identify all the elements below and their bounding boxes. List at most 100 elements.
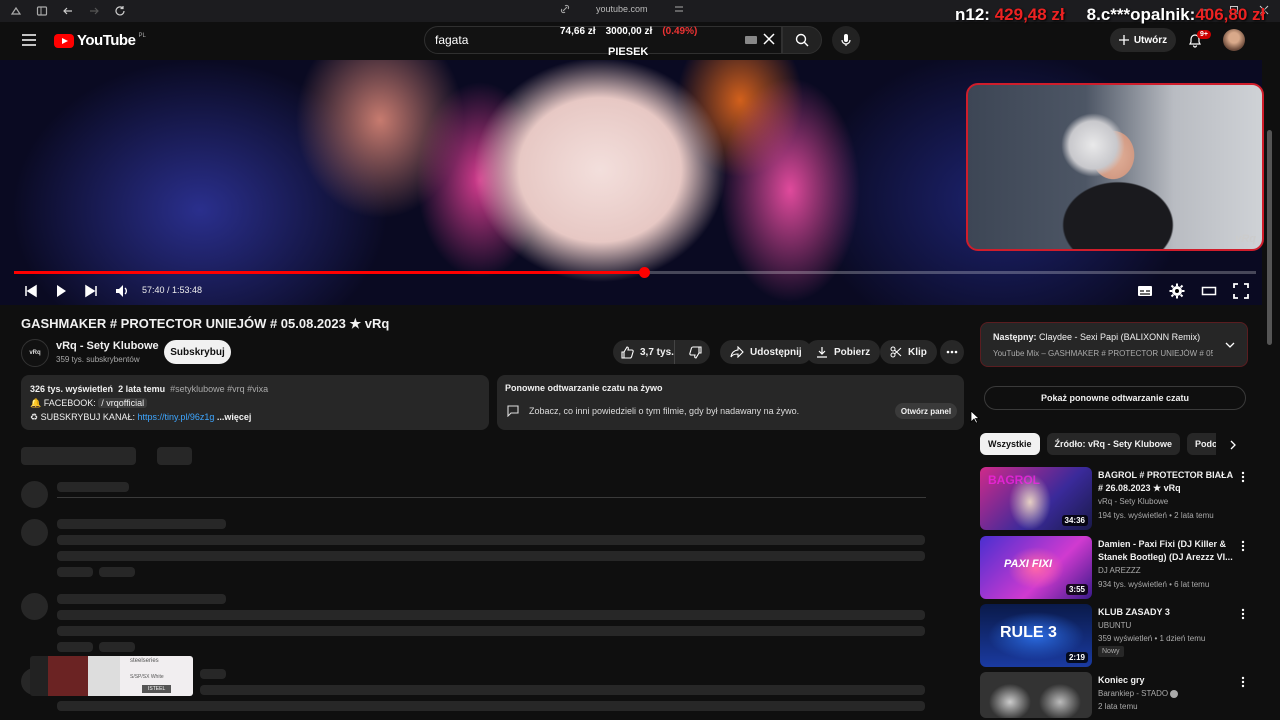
chevron-down-icon[interactable]	[1225, 340, 1235, 350]
up-next-label: Następny:	[993, 332, 1037, 342]
thumbs-up-icon	[621, 345, 634, 359]
skeleton-line	[57, 701, 925, 711]
dislike-button[interactable]	[681, 345, 710, 359]
download-icon	[817, 347, 827, 358]
up-next-mix[interactable]: Następny: Claydee - Sexi Papi (BALIXONN …	[980, 322, 1248, 367]
opalnik-label: 8.c***opalnik:	[1086, 5, 1196, 24]
video-thumbnail[interactable]: RULE 3 2:19	[980, 604, 1092, 667]
keyboard-icon[interactable]	[745, 36, 757, 44]
video-thumbnail[interactable]: PAXI FIXI 3:55	[980, 536, 1092, 599]
clear-search-icon[interactable]	[762, 32, 776, 46]
show-more-link[interactable]: ...więcej	[217, 412, 252, 422]
chip-similar[interactable]: Podob	[1187, 433, 1216, 455]
price-2: 3000,00 zł	[605, 26, 653, 37]
more-vertical-icon[interactable]	[1238, 608, 1248, 620]
search-button[interactable]	[782, 26, 822, 54]
chat-icon	[507, 405, 519, 417]
previous-icon[interactable]	[23, 283, 39, 299]
hamburger-menu-icon[interactable]	[22, 34, 36, 46]
skeleton-line	[57, 551, 925, 561]
like-button[interactable]: 3,7 tys.	[613, 340, 676, 364]
share-label: Udostępnij	[750, 346, 802, 358]
steelseries-ad[interactable]: steelseries S/SP/SX White ISTEEL	[30, 656, 193, 696]
theater-mode-icon[interactable]	[1201, 283, 1217, 299]
rec-channel[interactable]: vRq - Sety Klubowe	[1098, 497, 1168, 506]
scrollbar-thumb[interactable]	[1267, 130, 1272, 345]
share-button[interactable]: Udostępnij	[720, 340, 812, 364]
more-vertical-icon[interactable]	[1238, 676, 1248, 688]
forward-icon[interactable]	[88, 5, 100, 17]
recommendation-item[interactable]: RULE 3 2:19 KLUB ZASADY 3 UBUNTU 359 wyś…	[980, 604, 1250, 668]
next-icon[interactable]	[83, 283, 99, 299]
chip-all[interactable]: Wszystkie	[980, 433, 1040, 455]
more-vertical-icon[interactable]	[1238, 540, 1248, 552]
logo-text: YouTube	[77, 32, 136, 49]
rec-channel[interactable]: Barankiep - STADO	[1098, 689, 1179, 698]
subscribe-link[interactable]: https://tiny.pl/96z1g	[137, 412, 214, 422]
fullscreen-icon[interactable]	[1233, 283, 1249, 299]
voice-search-button[interactable]	[832, 26, 860, 54]
channel-name[interactable]: vRq - Sety Klubowe	[56, 340, 159, 352]
progress-bar[interactable]	[14, 267, 1256, 278]
more-horizontal-icon	[946, 350, 958, 354]
chevron-right-icon[interactable]	[1228, 440, 1238, 450]
scissors-icon	[890, 346, 902, 358]
settings-gear-icon[interactable]	[1169, 283, 1185, 299]
thumbs-down-icon	[689, 345, 702, 359]
ad-brand: steelseries	[130, 658, 159, 664]
rec-channel[interactable]: DJ AREZZZ	[1098, 566, 1141, 575]
address-bar[interactable]: youtube.com	[560, 4, 684, 14]
browser-menu-icon[interactable]	[10, 5, 22, 17]
play-icon[interactable]	[53, 283, 69, 299]
skeleton-line	[57, 567, 93, 577]
create-button[interactable]: Utwórz	[1110, 28, 1176, 52]
download-button[interactable]: Pobierz	[806, 340, 881, 364]
time-display: 57:40 / 1:53:48	[142, 285, 203, 295]
up-next-video: Claydee - Sexi Papi (BALIXONN Remix)	[1039, 332, 1201, 342]
recommendation-item[interactable]: Koniec gry Barankiep - STADO 2 lata temu	[980, 672, 1250, 718]
skeleton-avatar	[21, 593, 48, 620]
chat-replay-panel: Ponowne odtwarzanie czatu na żywo Zobacz…	[497, 375, 964, 430]
player-controls: 57:40 / 1:53:48	[0, 280, 1262, 302]
country-code: PL	[138, 32, 146, 39]
skeleton-avatar	[21, 519, 48, 546]
back-icon[interactable]	[62, 5, 74, 17]
progress-fill	[14, 271, 644, 274]
subscribe-channel-label: SUBSKRYBUJ KANAŁ:	[40, 412, 135, 422]
more-actions-button[interactable]	[940, 340, 964, 364]
more-vertical-icon[interactable]	[1238, 471, 1248, 483]
open-panel-button[interactable]: Otwórz panel	[895, 403, 957, 419]
skeleton-line	[57, 482, 129, 492]
channel-avatar[interactable]: vRq	[21, 339, 49, 367]
recommendation-item[interactable]: BAGROL 34:36 BAGROL # PROTECTOR BIAŁA # …	[980, 467, 1250, 531]
account-avatar[interactable]	[1223, 29, 1245, 51]
show-chat-replay-button[interactable]: Pokaż ponowne odtwarzanie czatu	[984, 386, 1246, 410]
thumb-text: BAGROL	[988, 473, 1040, 487]
search-icon	[795, 33, 809, 47]
hashtags[interactable]: #setyklubowe #vrq #vixa	[170, 384, 268, 394]
rec-meta: 2 lata temu	[1098, 702, 1138, 711]
share-icon	[730, 346, 744, 358]
sidebar-toggle-icon[interactable]	[36, 5, 48, 17]
skeleton-line	[200, 669, 226, 679]
volume-icon[interactable]	[114, 283, 130, 299]
tune-icon[interactable]	[674, 4, 684, 14]
scrubber-handle[interactable]	[638, 267, 650, 278]
facebook-link[interactable]: / vrqofficial	[98, 398, 148, 408]
description-box[interactable]: 326 tys. wyświetleń 2 lata temu #setyklu…	[21, 375, 489, 430]
subscribe-button[interactable]: Subskrybuj	[164, 340, 231, 364]
youtube-logo[interactable]: YouTube PL	[54, 32, 146, 49]
chip-source[interactable]: Źródło: vRq - Sety Klubowe	[1046, 433, 1181, 455]
subtitles-icon[interactable]	[1137, 283, 1153, 299]
reload-icon[interactable]	[114, 5, 126, 17]
rec-channel[interactable]: UBUNTU	[1098, 621, 1131, 630]
create-label: Utwórz	[1133, 34, 1168, 46]
rec-meta: 934 tys. wyświetleń • 6 lat temu	[1098, 580, 1210, 589]
thumb-text: RULE 3	[1000, 624, 1057, 641]
like-count: 3,7 tys.	[640, 346, 674, 358]
video-thumbnail[interactable]	[980, 672, 1092, 718]
skeleton-line	[57, 594, 226, 604]
clip-button[interactable]: Klip	[880, 340, 937, 364]
recommendation-item[interactable]: PAXI FIXI 3:55 Damien - Paxi Fixi (DJ Ki…	[980, 536, 1250, 600]
video-thumbnail[interactable]: BAGROL 34:36	[980, 467, 1092, 530]
